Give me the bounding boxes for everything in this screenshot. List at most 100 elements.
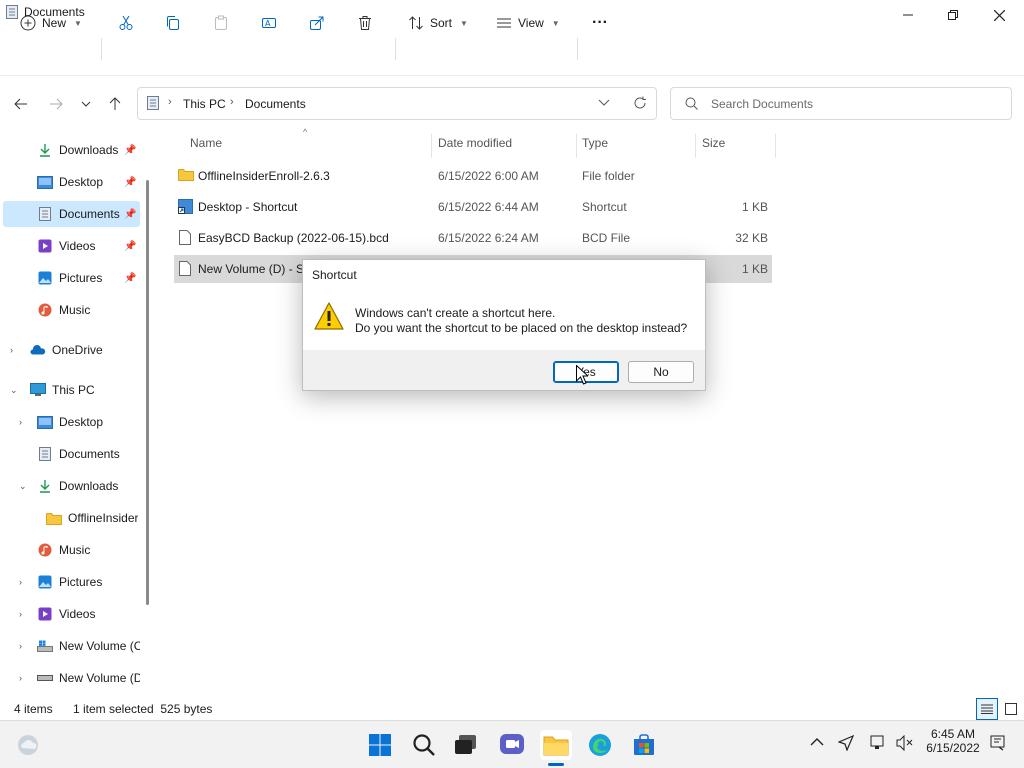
refresh-button[interactable] (633, 96, 647, 113)
sidebar-item-pc-music[interactable]: Music (0, 535, 150, 565)
chevron-down-icon (81, 101, 91, 107)
breadcrumb-this-pc[interactable]: This PC (183, 97, 226, 111)
widgets-button[interactable] (12, 730, 44, 760)
restore-icon (948, 10, 958, 20)
breadcrumb-documents[interactable]: Documents (245, 97, 306, 111)
copy-button[interactable] (159, 9, 187, 37)
close-button[interactable] (976, 0, 1022, 30)
column-header-size[interactable]: Size (702, 136, 725, 154)
documents-icon (147, 96, 159, 110)
network-tray-button[interactable] (870, 735, 888, 754)
column-header-date[interactable]: Date modified (438, 136, 512, 154)
sidebar-item-volume-d[interactable]: › New Volume (D (0, 663, 140, 693)
chevron-right-icon: › (10, 345, 13, 355)
column-divider[interactable] (695, 134, 696, 158)
sidebar-item-offlineinsider[interactable]: OfflineInsider (0, 503, 150, 533)
documents-icon (37, 446, 53, 462)
pictures-icon (37, 574, 53, 590)
new-button[interactable]: New ▼ (14, 9, 88, 37)
dialog-body (303, 290, 705, 350)
delete-button[interactable] (351, 9, 379, 37)
sidebar-item-pictures[interactable]: Pictures 📌 (0, 263, 150, 293)
more-options-button[interactable]: ··· (586, 9, 614, 37)
table-row[interactable]: EasyBCD Backup (2022-06-15).bcd 6/15/202… (174, 224, 772, 252)
recent-locations-button[interactable] (72, 90, 100, 118)
table-row[interactable]: Desktop - Shortcut 6/15/2022 6:44 AM Sho… (174, 193, 772, 221)
file-type: Shortcut (582, 200, 627, 214)
sidebar-item-pc-desktop[interactable]: › Desktop (0, 407, 150, 437)
sidebar-item-pc-pictures[interactable]: › Pictures (0, 567, 150, 597)
column-header-name[interactable]: Name (190, 136, 222, 154)
more-icon: ··· (592, 14, 608, 31)
column-header-type[interactable]: Type (582, 136, 608, 154)
sidebar-item-pc-documents[interactable]: Documents (0, 439, 150, 469)
clock-date: 6/15/2022 (926, 741, 980, 755)
share-button[interactable] (303, 9, 331, 37)
task-view-icon (455, 735, 476, 754)
scissors-icon (119, 15, 133, 30)
chevron-right-icon: › (19, 417, 22, 427)
sidebar-item-this-pc[interactable]: ⌄ This PC (0, 375, 150, 405)
sidebar-item-music[interactable]: Music (0, 295, 150, 325)
sidebar-item-documents[interactable]: Documents 📌 (0, 199, 150, 229)
arrow-left-icon (14, 98, 27, 110)
view-list-icon (497, 18, 511, 28)
sidebar-item-pc-videos[interactable]: › Videos (0, 599, 150, 629)
arrow-up-icon (109, 97, 121, 110)
edge-button[interactable] (584, 730, 616, 760)
file-size: 32 KB (735, 231, 768, 245)
details-view-icon (981, 704, 993, 714)
desktop-icon (37, 174, 53, 190)
forward-button[interactable] (42, 90, 70, 118)
sidebar-item-downloads[interactable]: Downloads 📌 (0, 135, 150, 165)
sidebar-item-pc-downloads[interactable]: ⌄ Downloads (0, 471, 150, 501)
no-button[interactable]: No (628, 361, 694, 383)
sort-button[interactable]: Sort ▼ (402, 9, 474, 37)
toolbar-divider (101, 38, 102, 60)
sidebar-scrollbar[interactable] (146, 180, 149, 605)
chat-button[interactable] (496, 730, 528, 760)
task-view-button[interactable] (450, 730, 482, 760)
file-size: 1 KB (741, 200, 768, 214)
chevron-down-icon: ▼ (74, 18, 82, 28)
tiles-view-button[interactable] (1000, 698, 1022, 720)
start-button[interactable] (364, 730, 396, 760)
column-divider[interactable] (775, 134, 776, 158)
maximize-button[interactable] (930, 0, 976, 30)
sidebar-item-desktop[interactable]: Desktop 📌 (0, 167, 150, 197)
show-hidden-icons-button[interactable] (810, 736, 824, 750)
location-tray-button[interactable] (837, 734, 855, 754)
address-history-button[interactable] (598, 96, 610, 110)
up-button[interactable] (101, 90, 129, 118)
column-divider[interactable] (576, 134, 577, 158)
store-button[interactable] (628, 730, 660, 760)
desktop-icon (37, 414, 53, 430)
file-type: BCD File (582, 231, 631, 245)
back-button[interactable] (7, 90, 35, 118)
download-icon (37, 142, 53, 158)
file-explorer-taskbar-button[interactable] (540, 730, 572, 760)
minimize-button[interactable] (885, 0, 931, 30)
volume-tray-button[interactable] (896, 734, 914, 754)
close-icon (993, 9, 1005, 21)
search-icon (413, 734, 435, 756)
chevron-right-icon: › (230, 96, 234, 108)
dialog-message-line1: Windows can't create a shortcut here. (355, 306, 556, 320)
table-row[interactable]: OfflineInsiderEnroll-2.6.3 6/15/2022 6:0… (174, 162, 772, 190)
sidebar-item-volume-c[interactable]: › New Volume (C (0, 631, 140, 661)
sort-label: Sort (430, 16, 453, 30)
sidebar-item-onedrive[interactable]: › OneDrive (0, 335, 150, 365)
chevron-down-icon (598, 99, 610, 106)
rename-button[interactable]: A (255, 9, 283, 37)
sidebar-item-videos[interactable]: Videos 📌 (0, 231, 150, 261)
notifications-button[interactable] (990, 735, 1006, 754)
column-divider[interactable] (431, 134, 432, 158)
clock[interactable]: 6:45 AM 6/15/2022 (920, 727, 986, 755)
search-taskbar-button[interactable] (408, 730, 440, 760)
file-icon (179, 230, 191, 245)
chevron-right-icon: › (168, 96, 172, 108)
cut-button[interactable] (112, 9, 140, 37)
view-button[interactable]: View ▼ (490, 9, 566, 37)
details-view-button[interactable] (976, 698, 998, 720)
paste-button[interactable] (207, 9, 235, 37)
